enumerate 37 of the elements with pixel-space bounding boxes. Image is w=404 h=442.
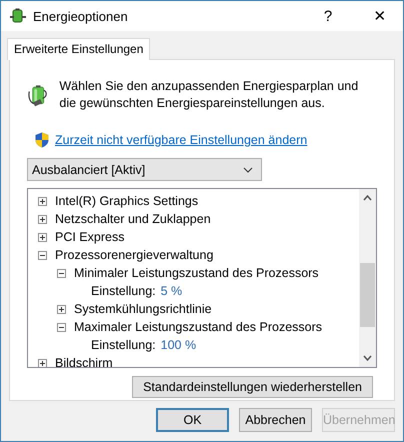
expand-icon[interactable] (38, 214, 47, 224)
help-button[interactable]: ? (305, 1, 351, 31)
expand-icon[interactable] (57, 304, 66, 314)
tree-item[interactable]: PCI Express (55, 230, 124, 244)
tree-item[interactable]: Bildschirm (55, 356, 113, 367)
close-button[interactable]: ✕ (357, 1, 403, 31)
restore-defaults-button[interactable]: Standardeinstellungen wiederherstellen (132, 376, 373, 398)
scroll-thumb[interactable] (360, 263, 375, 327)
expand-icon[interactable] (38, 232, 47, 242)
setting-value[interactable]: 100 % (160, 338, 196, 352)
expand-icon[interactable] (38, 358, 47, 367)
chevron-down-icon[interactable] (363, 355, 372, 361)
battery-plug-icon (9, 8, 27, 24)
change-settings-link[interactable]: Zurzeit nicht verfügbare Einstellungen ändern (55, 133, 308, 147)
window-title: Energieoptionen (33, 8, 129, 24)
tree-item[interactable]: Intel(R) Graphics Settings (55, 194, 198, 208)
intro-text: Wählen Sie den anzupassenden Energiesparplan und die gewünschten Energiespareinstellungen aus. (59, 78, 360, 112)
tree-item[interactable]: Systemkühlungsrichtlinie (74, 302, 212, 316)
dialog-button[interactable]: Abbrechen (239, 408, 312, 432)
tab[interactable]: Erweiterte Einstellungen (7, 38, 150, 60)
shield-icon (35, 132, 49, 148)
tree-item[interactable]: Maximaler Leistungszustand des Prozessors (74, 320, 322, 334)
plan-dropdown[interactable]: Ausbalanciert [Aktiv] (27, 158, 262, 181)
expand-icon[interactable] (38, 196, 47, 206)
chevron-up-icon[interactable] (363, 195, 372, 201)
scrollbar[interactable] (359, 189, 376, 367)
tree-item[interactable]: Netzschalter und Zuklappen (55, 212, 211, 226)
dialog-button[interactable]: OK (156, 408, 229, 432)
collapse-icon[interactable] (38, 250, 47, 260)
setting-label: Einstellung: (91, 284, 156, 298)
tree-item[interactable]: Prozessorenergieverwaltung (55, 248, 214, 262)
setting-value[interactable]: 5 % (160, 284, 182, 298)
chevron-down-icon (243, 166, 253, 172)
tree-item[interactable]: Minimaler Leistungszustand des Prozessors (74, 266, 319, 280)
collapse-icon[interactable] (57, 268, 66, 278)
setting-label: Einstellung: (91, 338, 156, 352)
collapse-icon[interactable] (57, 322, 66, 332)
